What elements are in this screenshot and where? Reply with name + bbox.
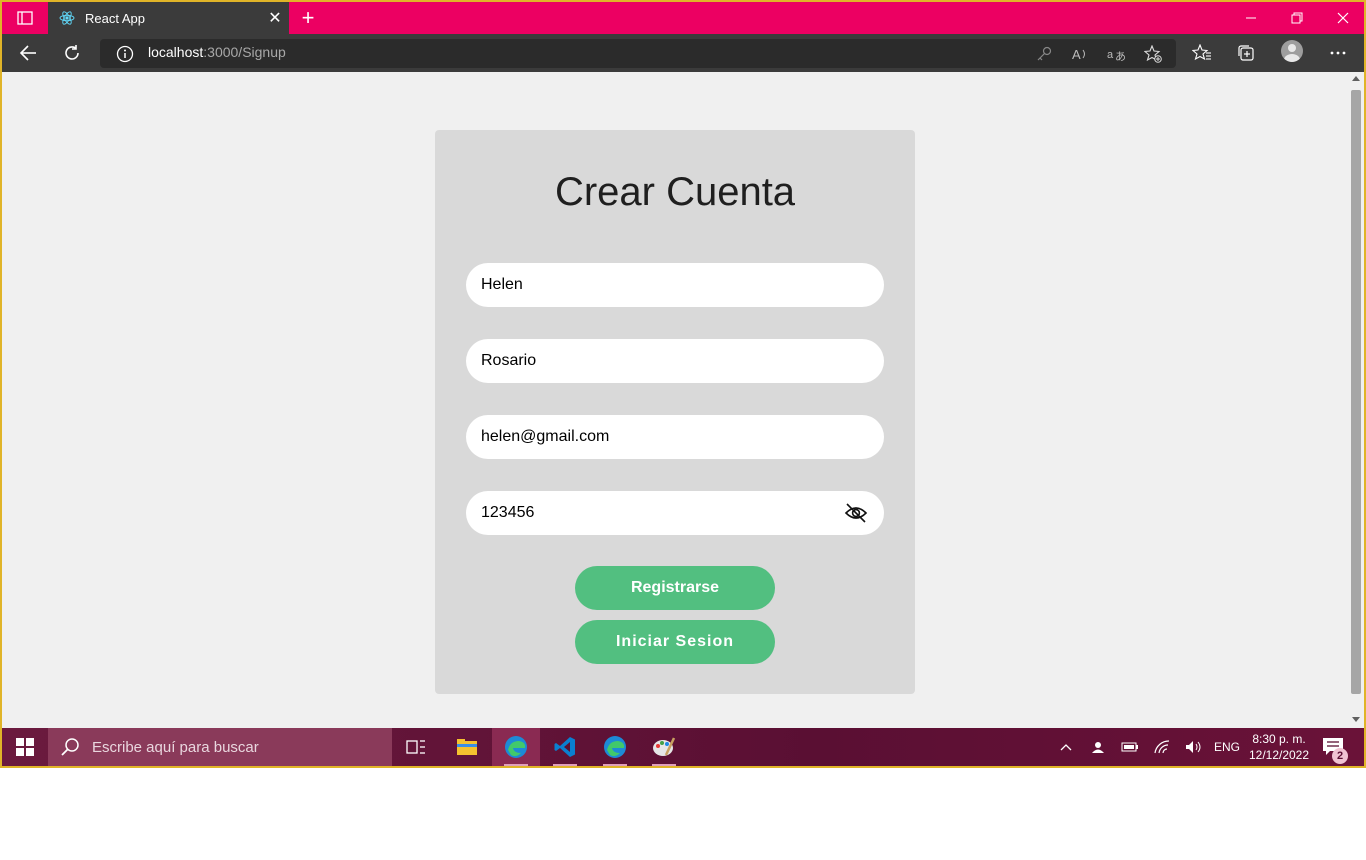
- page-title: Crear Cuenta: [554, 170, 796, 214]
- signup-card: Crear Cuenta Registrarse Iniciar Sesion: [435, 130, 915, 694]
- desktop-screen: React App ✕ + localhost:3000/Signup A a …: [0, 0, 1366, 768]
- profile-avatar[interactable]: [1281, 40, 1303, 62]
- url-text: localhost:3000/Signup: [148, 44, 286, 60]
- notification-count-badge: 2: [1332, 748, 1348, 764]
- search-icon: [61, 738, 79, 756]
- browser-titlebar: React App ✕ +: [2, 2, 1364, 34]
- key-icon[interactable]: [1034, 44, 1054, 64]
- onedrive-icon[interactable]: [1086, 728, 1110, 766]
- password-field[interactable]: [466, 491, 884, 535]
- page-content: Crear Cuenta Registrarse Iniciar Sesion: [2, 72, 1349, 728]
- svg-text:あ: あ: [1115, 50, 1125, 62]
- scrollbar-thumb[interactable]: [1351, 90, 1361, 694]
- paint-icon[interactable]: [640, 728, 688, 766]
- first-name-field[interactable]: [466, 263, 884, 307]
- language-indicator[interactable]: ENG: [1210, 728, 1244, 766]
- password-input[interactable]: [481, 491, 841, 535]
- last-name-input[interactable]: [481, 339, 841, 383]
- last-name-field[interactable]: [466, 339, 884, 383]
- svg-text:a: a: [1107, 49, 1114, 61]
- email-input[interactable]: [481, 415, 841, 459]
- battery-icon[interactable]: [1118, 728, 1142, 766]
- windows-start-icon[interactable]: [2, 728, 48, 766]
- new-tab-icon[interactable]: +: [296, 5, 320, 30]
- vscode-running-indicator: [553, 764, 577, 766]
- tab-actions-icon[interactable]: [8, 6, 42, 30]
- address-bar[interactable]: localhost:3000/Signup A aあ: [100, 39, 1176, 68]
- register-button[interactable]: Registrarse: [575, 566, 775, 610]
- edge-running-indicator: [603, 764, 627, 766]
- favorites-icon[interactable]: [1186, 37, 1218, 69]
- system-clock[interactable]: 8:30 p. m. 12/12/2022: [1244, 731, 1314, 763]
- translate-icon[interactable]: aあ: [1106, 44, 1126, 64]
- minimize-icon[interactable]: [1228, 2, 1274, 34]
- login-button[interactable]: Iniciar Sesion: [575, 620, 775, 664]
- more-options-icon[interactable]: [1322, 37, 1354, 69]
- tab-title: React App: [85, 10, 145, 26]
- react-icon: [59, 10, 75, 26]
- clock-time: 8:30 p. m.: [1252, 732, 1306, 746]
- show-hidden-icons-chevron-icon[interactable]: [1054, 728, 1078, 766]
- first-name-input[interactable]: [481, 263, 841, 307]
- task-view-icon[interactable]: [392, 728, 440, 766]
- close-tab-icon[interactable]: ✕: [261, 8, 289, 28]
- add-favorite-icon[interactable]: [1143, 44, 1163, 64]
- file-explorer-icon[interactable]: [443, 728, 491, 766]
- restore-icon[interactable]: [1274, 2, 1320, 34]
- paint-running-indicator: [652, 764, 676, 766]
- clock-date: 12/12/2022: [1248, 748, 1310, 762]
- volume-icon[interactable]: [1182, 728, 1206, 766]
- active-indicator: [504, 764, 528, 766]
- browser-toolbar: localhost:3000/Signup A aあ: [2, 34, 1364, 72]
- refresh-icon[interactable]: [56, 37, 88, 69]
- site-info-icon[interactable]: [116, 45, 134, 63]
- svg-text:A: A: [1072, 47, 1081, 62]
- read-aloud-icon[interactable]: A: [1070, 44, 1090, 64]
- search-placeholder: Escribe aquí para buscar: [92, 738, 259, 756]
- close-window-icon[interactable]: [1320, 2, 1364, 34]
- back-arrow-icon[interactable]: [12, 37, 44, 69]
- wifi-icon[interactable]: [1150, 728, 1174, 766]
- edge-taskbar-icon[interactable]: [492, 728, 540, 766]
- email-field[interactable]: [466, 415, 884, 459]
- scroll-up-arrow[interactable]: [1352, 76, 1360, 81]
- edge-secondary-icon[interactable]: [591, 728, 639, 766]
- vscode-icon[interactable]: [541, 728, 589, 766]
- taskbar-search-box[interactable]: Escribe aquí para buscar: [48, 728, 392, 766]
- eye-slash-icon[interactable]: [844, 502, 868, 524]
- scroll-down-arrow[interactable]: [1352, 717, 1360, 722]
- tab-react-app[interactable]: React App ✕: [48, 2, 289, 34]
- windows-taskbar: Escribe aquí para buscar ENG 8:30 p. m. …: [2, 728, 1364, 766]
- collections-icon[interactable]: [1230, 37, 1262, 69]
